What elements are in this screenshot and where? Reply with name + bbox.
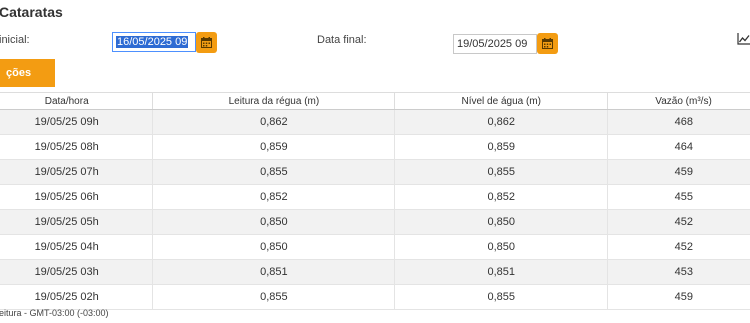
cell-datetime: 19/05/25 03h xyxy=(0,259,153,285)
tab-readings[interactable]: ções xyxy=(0,59,55,87)
table-row: 19/05/25 08h 0,859 0,859 464 xyxy=(0,134,750,160)
table-row: 19/05/25 06h 0,852 0,852 455 xyxy=(0,184,750,210)
cell-datetime: 19/05/25 04h xyxy=(0,234,153,260)
column-header-gauge-reading[interactable]: Leitura da régua (m) xyxy=(152,92,396,110)
cell-flow: 452 xyxy=(607,209,750,235)
end-date-calendar-button[interactable] xyxy=(537,33,558,54)
table-row: 19/05/25 03h 0,851 0,851 453 xyxy=(0,259,750,285)
cell-water-level: 0,855 xyxy=(394,159,608,185)
cell-water-level: 0,850 xyxy=(394,209,608,235)
column-header-datetime[interactable]: Data/hora xyxy=(0,92,154,110)
cell-gauge-reading: 0,862 xyxy=(152,109,395,135)
cell-datetime: 19/05/25 02h xyxy=(0,284,153,310)
cell-datetime: 19/05/25 05h xyxy=(0,209,153,235)
cell-flow: 464 xyxy=(607,134,750,160)
end-date-input[interactable]: 19/05/2025 09 xyxy=(453,34,537,54)
cell-gauge-reading: 0,850 xyxy=(152,234,395,260)
table-row: 19/05/25 04h 0,850 0,850 452 xyxy=(0,234,750,260)
cell-gauge-reading: 0,855 xyxy=(152,284,395,310)
start-date-label: inicial: xyxy=(0,34,30,46)
start-date-input[interactable]: 16/05/2025 09 xyxy=(112,32,196,52)
calendar-icon xyxy=(201,37,212,48)
cell-water-level: 0,852 xyxy=(394,184,608,210)
cell-datetime: 19/05/25 09h xyxy=(0,109,153,135)
start-date-calendar-button[interactable] xyxy=(196,32,217,53)
cell-gauge-reading: 0,852 xyxy=(152,184,395,210)
cell-gauge-reading: 0,859 xyxy=(152,134,395,160)
table-row: 19/05/25 09h 0,862 0,862 468 xyxy=(0,109,750,135)
end-date-value: 19/05/2025 09 xyxy=(457,38,528,50)
cell-datetime: 19/05/25 08h xyxy=(0,134,153,160)
timezone-footnote: eitura - GMT-03:00 (-03:00) xyxy=(0,308,109,318)
line-chart-icon[interactable] xyxy=(737,33,750,45)
cell-water-level: 0,851 xyxy=(394,259,608,285)
page-title: Cataratas xyxy=(0,4,63,20)
cell-water-level: 0,862 xyxy=(394,109,608,135)
cell-gauge-reading: 0,855 xyxy=(152,159,395,185)
cell-flow: 453 xyxy=(607,259,750,285)
cell-flow: 455 xyxy=(607,184,750,210)
cell-flow: 468 xyxy=(607,109,750,135)
end-date-label: Data final: xyxy=(317,34,367,46)
table-row: 19/05/25 07h 0,855 0,855 459 xyxy=(0,159,750,185)
cell-water-level: 0,850 xyxy=(394,234,608,260)
cell-datetime: 19/05/25 06h xyxy=(0,184,153,210)
start-date-value: 16/05/2025 09 xyxy=(116,36,189,48)
cell-water-level: 0,855 xyxy=(394,284,608,310)
readings-table: Data/hora Leitura da régua (m) Nível de … xyxy=(0,92,750,310)
cell-flow: 452 xyxy=(607,234,750,260)
table-header-row: Data/hora Leitura da régua (m) Nível de … xyxy=(0,92,750,110)
cell-flow: 459 xyxy=(607,159,750,185)
column-header-flow[interactable]: Vazão (m³/s) xyxy=(607,92,750,110)
cell-gauge-reading: 0,851 xyxy=(152,259,395,285)
cell-datetime: 19/05/25 07h xyxy=(0,159,153,185)
calendar-icon xyxy=(542,38,553,49)
table-row: 19/05/25 05h 0,850 0,850 452 xyxy=(0,209,750,235)
column-header-water-level[interactable]: Nível de água (m) xyxy=(394,92,609,110)
table-row: 19/05/25 02h 0,855 0,855 459 xyxy=(0,284,750,310)
cell-gauge-reading: 0,850 xyxy=(152,209,395,235)
cell-water-level: 0,859 xyxy=(394,134,608,160)
cell-flow: 459 xyxy=(607,284,750,310)
